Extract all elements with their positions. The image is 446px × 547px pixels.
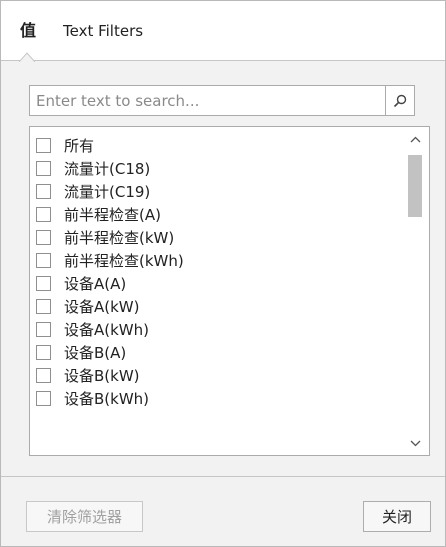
item-checkbox[interactable] bbox=[36, 391, 51, 406]
close-button[interactable]: 关闭 bbox=[363, 501, 431, 532]
item-label: 设备B(kW) bbox=[64, 367, 140, 385]
item-label: 所有 bbox=[64, 137, 95, 155]
item-checkbox[interactable] bbox=[36, 299, 51, 314]
item-checkbox[interactable] bbox=[36, 345, 51, 360]
list-item[interactable]: 前半程检查(kWh) bbox=[30, 249, 398, 272]
item-checkbox[interactable] bbox=[36, 230, 51, 245]
item-checkbox[interactable] bbox=[36, 207, 51, 222]
item-checkbox[interactable] bbox=[36, 322, 51, 337]
item-label: 流量计(C19) bbox=[64, 183, 151, 201]
search-button[interactable] bbox=[385, 86, 414, 115]
list-item[interactable]: 设备A(kW) bbox=[30, 295, 398, 318]
value-list[interactable]: 所有流量计(C18) 流量计(C19) 前半程检查(A) 前半程检查(kW) 前半程检查… bbox=[29, 126, 430, 456]
filter-panel: 值 Text Filters 所有流量计(C18) 流量计(C19) 前半程检查(A… bbox=[0, 0, 446, 547]
chevron-down-icon bbox=[410, 440, 420, 446]
clear-filter-button[interactable]: 清除筛选器 bbox=[26, 501, 143, 532]
list-item[interactable]: 设备A(kWh) bbox=[30, 318, 398, 341]
footer-divider bbox=[1, 476, 445, 477]
item-checkbox[interactable] bbox=[36, 161, 51, 176]
list-item[interactable]: 流量计(C18) bbox=[30, 157, 398, 180]
scroll-up-button[interactable] bbox=[401, 129, 429, 149]
item-label: 设备A(kWh) bbox=[64, 321, 149, 339]
chevron-up-icon bbox=[410, 136, 420, 142]
tab-bar: 值 Text Filters bbox=[1, 1, 445, 62]
item-label: 设备A(kW) bbox=[64, 298, 140, 316]
active-tab-indicator bbox=[19, 52, 35, 62]
search-icon bbox=[393, 94, 407, 107]
list-item[interactable]: 流量计(C19) bbox=[30, 180, 398, 203]
item-checkbox[interactable] bbox=[36, 368, 51, 383]
list-item[interactable]: 前半程检查(A) bbox=[30, 203, 398, 226]
list-item[interactable]: 设备B(kW) bbox=[30, 364, 398, 387]
item-label: 设备A(A) bbox=[64, 275, 127, 293]
item-checkbox[interactable] bbox=[36, 184, 51, 199]
list-item[interactable]: 前半程检查(kW) bbox=[30, 226, 398, 249]
scroll-thumb[interactable] bbox=[408, 155, 422, 217]
list-item[interactable]: 设备A(A) bbox=[30, 272, 398, 295]
item-checkbox[interactable] bbox=[36, 138, 51, 153]
tab-text-filters[interactable]: Text Filters bbox=[63, 21, 143, 41]
list-item[interactable]: 所有 bbox=[30, 134, 398, 157]
list-item[interactable]: 设备B(A) bbox=[30, 341, 398, 364]
item-label: 流量计(C18) bbox=[64, 160, 151, 178]
value-list-items: 所有流量计(C18) 流量计(C19) 前半程检查(A) 前半程检查(kW) 前半程检查… bbox=[30, 134, 398, 410]
search-box bbox=[29, 85, 415, 116]
tab-values[interactable]: 值 bbox=[20, 21, 36, 41]
item-label: 前半程检查(kWh) bbox=[64, 252, 184, 270]
search-input[interactable] bbox=[30, 86, 385, 115]
item-label: 前半程检查(A) bbox=[64, 206, 161, 224]
vertical-scrollbar[interactable] bbox=[401, 127, 429, 455]
item-label: 设备B(A) bbox=[64, 344, 127, 362]
item-checkbox[interactable] bbox=[36, 276, 51, 291]
scroll-down-button[interactable] bbox=[401, 433, 429, 453]
item-checkbox[interactable] bbox=[36, 253, 51, 268]
list-item[interactable]: 设备B(kWh) bbox=[30, 387, 398, 410]
item-label: 前半程检查(kW) bbox=[64, 229, 175, 247]
item-label: 设备B(kWh) bbox=[64, 390, 150, 408]
